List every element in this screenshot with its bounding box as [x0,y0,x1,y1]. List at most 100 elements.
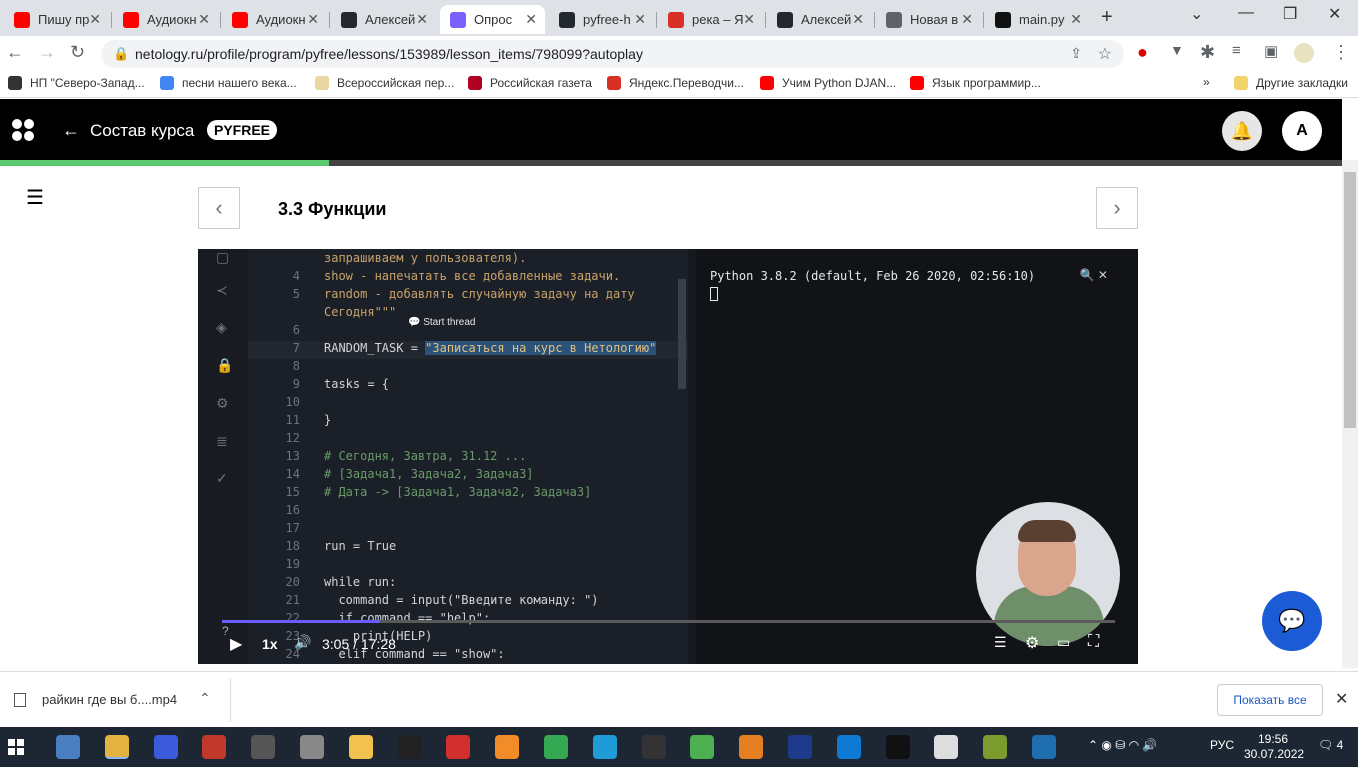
menu-dots-icon[interactable]: ⋮ [1332,42,1350,63]
video-player[interactable]: ▢ ≺ ◈ 🔒 ⚙ ≣ ✓ запрашиваем у пользователя… [198,249,1138,664]
bookmark-item[interactable]: Всероссийская пер... [315,76,454,90]
fullscreen-icon[interactable]: ⛶ [1088,633,1099,651]
close-tab-icon[interactable]: ✕ [198,11,210,28]
close-downloads-icon[interactable]: ✕ [1335,689,1348,709]
cheat-app-icon[interactable] [983,735,1008,759]
bookmark-item[interactable]: Российская газета [468,76,592,90]
download-item[interactable]: райкин где вы б....mp4 [14,692,177,707]
terminal-app-icon[interactable] [397,735,422,759]
minimize-button[interactable]: — [1238,4,1254,22]
browser-tab[interactable]: Пишу пр ✕ [4,5,109,34]
yandex-app-icon[interactable] [446,735,471,759]
windows-start-icon[interactable] [8,739,24,755]
netology-logo-icon[interactable] [12,119,34,141]
files-app-icon[interactable] [934,735,959,759]
browser-tab[interactable]: Опрос ✕ [440,5,545,34]
picture-in-picture-icon[interactable]: ▭ [1057,634,1070,651]
system-clock[interactable]: 19:56 30.07.2022 [1244,732,1304,762]
paint-app-icon[interactable] [202,735,227,759]
playback-speed-button[interactable]: 1x [262,636,278,652]
reload-icon[interactable]: ↻ [70,42,85,63]
restore-button[interactable]: ❐ [1283,4,1297,24]
bookmark-item[interactable]: Язык программир... [910,76,1041,90]
page-scrollbar[interactable] [1342,160,1358,668]
chrome-app-icon[interactable] [104,735,129,759]
bookmark-item[interactable]: песни нашего века... [160,76,297,90]
next-lesson-button[interactable]: › [1096,187,1138,229]
close-window-button[interactable]: ✕ [1328,4,1341,24]
extensions-icon[interactable]: ✱ [1200,42,1215,63]
browser-tab[interactable]: Аудиокн ✕ [113,5,218,34]
language-indicator[interactable]: РУС [1210,738,1234,752]
pycharm-app-icon[interactable] [885,735,910,759]
photos-app-icon[interactable] [1032,735,1056,759]
tray-icons[interactable]: ⌃ ◉ ⛁ ◠ 🔊 [1088,738,1157,752]
file-explorer-app-icon[interactable] [348,735,373,759]
qbittorrent-app-icon[interactable] [544,735,568,759]
code-line: 15 # Дата -> [Задача1, Задача2, Задача3] [285,485,592,499]
chat-support-button[interactable]: 💬 [1262,591,1322,651]
sublime-app-icon[interactable] [495,735,520,759]
new-tab-button[interactable]: + [1101,6,1113,29]
chapters-list-icon[interactable]: ☰ [994,634,1007,651]
close-tab-icon[interactable]: ✕ [852,11,864,28]
share-icon[interactable]: ⇪ [1070,45,1082,62]
bookmark-item[interactable]: Яндекс.Переводчи... [607,76,744,90]
lesson-menu-icon[interactable]: ☰ [26,185,44,210]
back-icon[interactable]: ← [6,42,24,63]
video-progress-bar[interactable] [222,620,1115,623]
browser-tab[interactable]: main.py ✕ [985,5,1090,34]
address-bar[interactable]: 🔒 netology.ru/profile/program/pyfree/les… [101,40,1124,68]
video-editor-app-icon[interactable] [251,735,276,759]
user-avatar[interactable]: А [1282,111,1322,151]
forward-icon[interactable]: → [38,42,56,63]
browser-tab[interactable]: pyfree-h ✕ [549,5,654,34]
notifications-icon[interactable]: 🗨 4 [1318,738,1343,752]
opera-extension-icon[interactable]: ● [1137,42,1148,63]
browser-tab[interactable]: Алексей ✕ [331,5,436,34]
chevron-up-icon[interactable]: ⌃ [199,690,211,707]
minecraft-app-icon[interactable] [690,735,715,759]
profile-avatar[interactable] [1294,43,1314,63]
browser-tab[interactable]: Аудиокн ✕ [222,5,327,34]
media-icon[interactable]: ≡ [1232,42,1241,59]
close-tab-icon[interactable]: ✕ [743,11,755,28]
close-tab-icon[interactable]: ✕ [307,11,319,28]
close-tab-icon[interactable]: ✕ [416,11,428,28]
close-tab-icon[interactable]: ✕ [89,11,101,28]
lock-icon: 🔒 [216,357,234,373]
volume-icon[interactable]: 🔊 [294,634,311,651]
course-contents-link[interactable]: ← Состав курса [62,120,194,141]
bookmarks-more-button[interactable]: » [1203,75,1210,89]
bookmark-item[interactable]: НП "Северо-Запад... [8,76,145,90]
tab-search-icon[interactable]: ⌄ [1190,4,1203,24]
browser-tab[interactable]: река – Я ✕ [658,5,763,34]
mixer-app-icon[interactable] [739,735,764,759]
scrollbar-thumb[interactable] [1344,172,1356,428]
cmd-app-icon[interactable] [641,735,666,759]
video-progress-fill [222,620,381,623]
video-settings-gear-icon[interactable]: ⚙ [1025,633,1039,653]
save-app-icon[interactable] [153,735,178,759]
powershell-app-icon[interactable] [788,735,812,759]
browser-tab[interactable]: Алексей ✕ [767,5,872,34]
sidebar-icon[interactable]: ▣ [1264,42,1278,60]
show-all-downloads-button[interactable]: Показать все [1217,684,1323,716]
network-app-icon[interactable] [300,735,324,759]
notifications-bell-icon[interactable]: 🔔 [1222,111,1262,151]
play-icon[interactable]: ▶ [230,634,242,654]
calculator-app-icon[interactable] [56,735,80,759]
vpn-extension-icon[interactable]: ▼ [1170,42,1184,58]
other-bookmarks-folder[interactable]: Другие закладки [1234,76,1348,90]
edge-app-icon[interactable] [592,735,617,759]
previous-lesson-button[interactable]: ‹ [198,187,240,229]
bookmark-star-icon[interactable]: ☆ [1098,44,1112,64]
close-tab-icon[interactable]: ✕ [634,11,646,28]
close-tab-icon[interactable]: ✕ [1070,11,1082,28]
close-tab-icon[interactable]: ✕ [961,11,973,28]
close-tab-icon[interactable]: ✕ [525,11,537,28]
editor-sidebar: ▢ ≺ ◈ 🔒 ⚙ ≣ ✓ [198,249,248,664]
bookmark-item[interactable]: Учим Python DJAN... [760,76,896,90]
browser-tab[interactable]: Новая в ✕ [876,5,981,34]
vscode-app-icon[interactable] [836,735,861,759]
